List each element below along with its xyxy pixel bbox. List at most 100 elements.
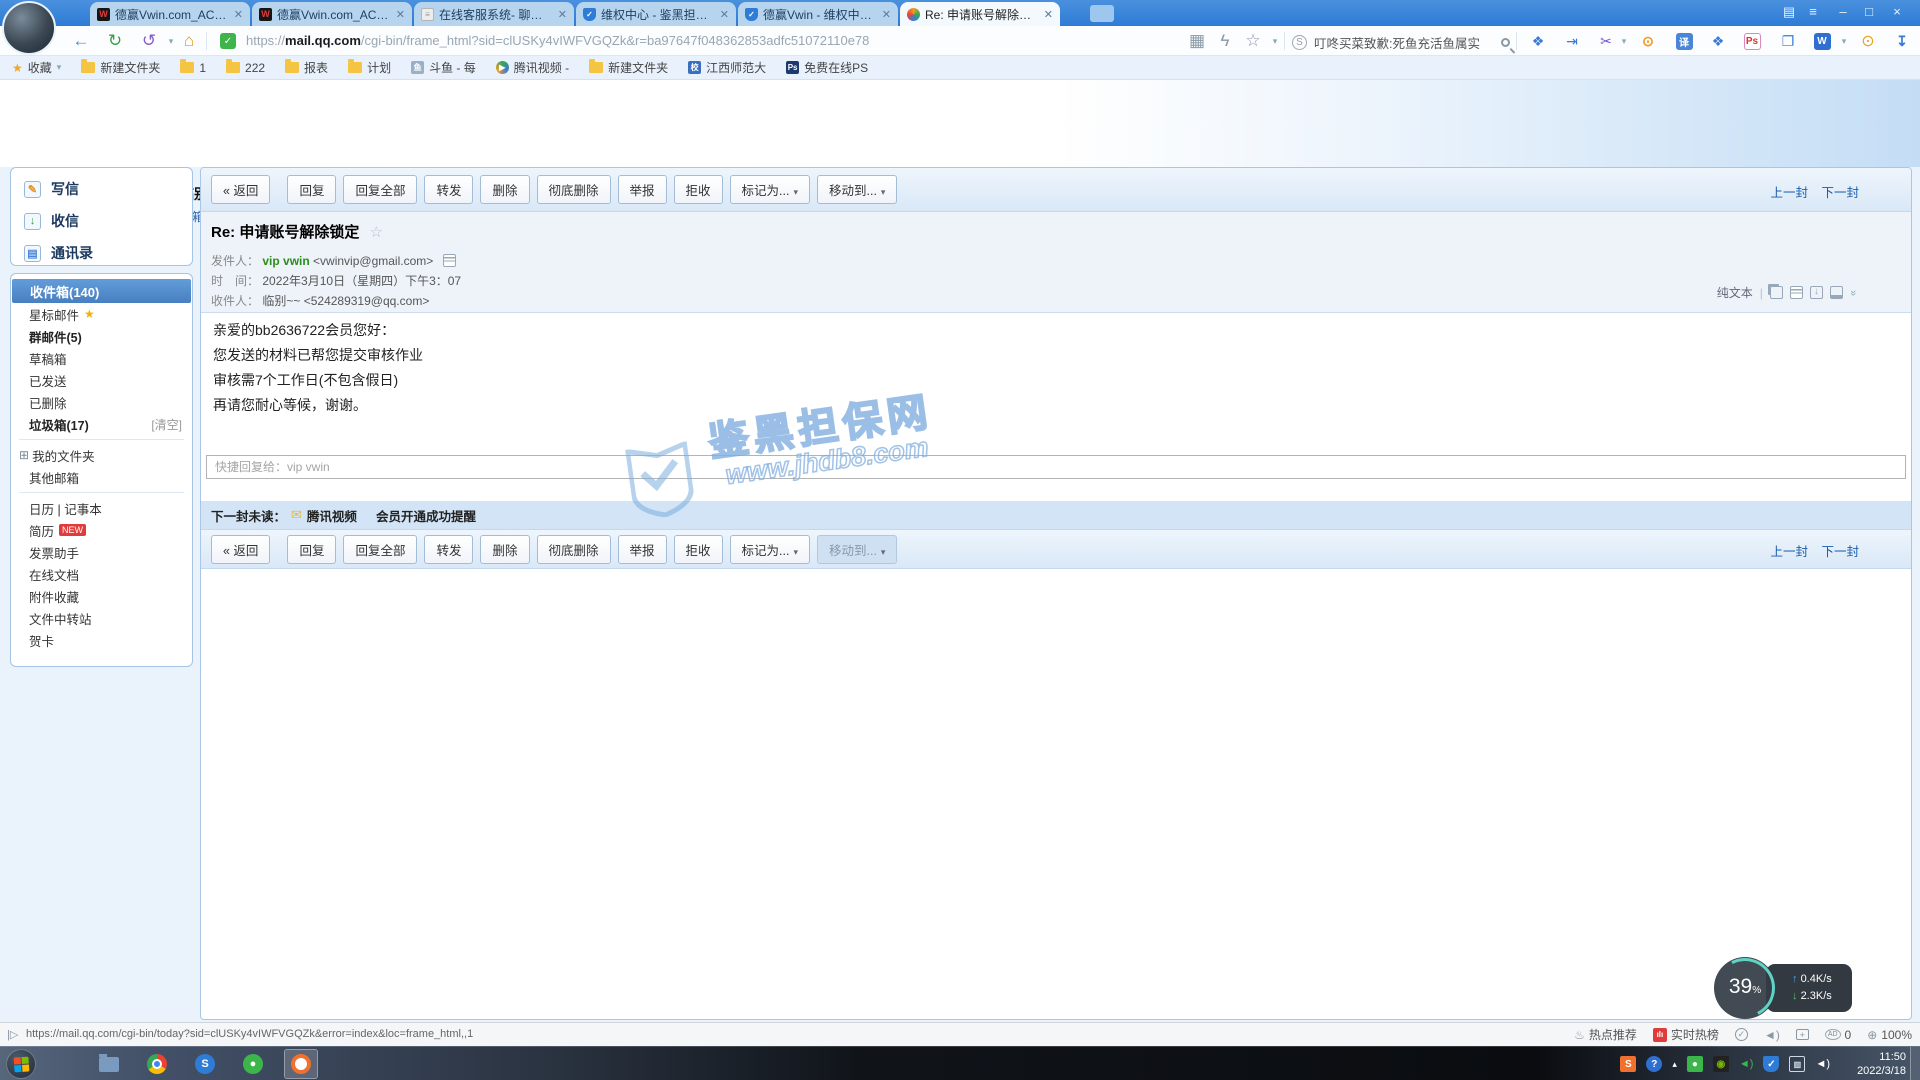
delete-forever-button[interactable]: 彻底删除 <box>537 535 611 564</box>
extension-puzzle-icon[interactable]: ❖ <box>1526 30 1550 52</box>
start-button[interactable] <box>6 1049 36 1079</box>
new-tab-button[interactable] <box>1090 5 1114 22</box>
open-in-window-icon[interactable] <box>1770 286 1783 299</box>
delete-forever-button[interactable]: 彻底删除 <box>537 175 611 204</box>
download-icon[interactable]: ↧ <box>1890 30 1914 52</box>
sidebar-app-calendar[interactable]: 日历 | 记事本 <box>11 497 192 519</box>
more-extensions-icon[interactable]: ⊙ <box>1856 30 1880 52</box>
sidebar-app-attachments[interactable]: 附件收藏 <box>11 585 192 607</box>
sidebar-app-invoice[interactable]: 发票助手 <box>11 541 192 563</box>
next-unread-bar[interactable]: 下一封未读： ✉ 腾讯视频 会员开通成功提醒 <box>201 501 1911 529</box>
minimize-icon[interactable]: – <box>1832 4 1854 19</box>
bookmark-folder-3[interactable]: 222 <box>226 61 265 75</box>
tab-close-icon[interactable]: ✕ <box>1044 8 1053 21</box>
back-button[interactable]: « 返回 <box>211 175 270 204</box>
sidebar-item-contacts[interactable]: ▤ 通讯录 <box>11 237 192 269</box>
repair-kit-icon[interactable]: + <box>1796 1029 1809 1040</box>
scissors-dropdown-icon[interactable]: ▾ <box>1612 30 1636 52</box>
tab-close-icon[interactable]: ✕ <box>396 8 405 21</box>
bookmark-tencent-video[interactable]: ▶腾讯视频 - <box>496 59 569 76</box>
reply-all-button[interactable]: 回复全部 <box>343 175 417 204</box>
sidebar-item-write[interactable]: ✎ 写信 <box>11 173 192 205</box>
browser-user-avatar[interactable] <box>2 1 56 55</box>
taskbar-app-sogou-browser[interactable]: S <box>188 1049 222 1079</box>
refresh-icon[interactable]: ↻ <box>102 29 128 53</box>
reply-button[interactable]: 回复 <box>287 535 336 564</box>
volume-tray-icon[interactable]: ◄) <box>1815 1058 1830 1070</box>
word-dropdown-icon[interactable]: ▾ <box>1832 30 1856 52</box>
forward-button[interactable]: 转发 <box>424 535 473 564</box>
sidebar-app-greeting-card[interactable]: 贺卡 <box>11 629 192 651</box>
reply-all-button[interactable]: 回复全部 <box>343 535 417 564</box>
bookmark-folder-5[interactable]: 计划 <box>348 59 391 76</box>
back-icon[interactable]: ← <box>68 29 94 53</box>
sidebar-folder-sent[interactable]: 已发送 <box>11 369 192 391</box>
taskbar-app-wechat[interactable]: ● <box>236 1049 270 1079</box>
password-key-icon[interactable]: ⊙ <box>1636 30 1660 52</box>
browser-search-box[interactable]: S 叮咚买菜致歉:死鱼充活鱼属实 <box>1292 31 1510 53</box>
delete-button[interactable]: 删除 <box>480 175 529 204</box>
next-message-link[interactable]: 下一封 <box>1821 545 1859 559</box>
reply-button[interactable]: 回复 <box>287 175 336 204</box>
taskbar-app-explorer[interactable] <box>92 1049 126 1079</box>
qr-code-icon[interactable]: ▦ <box>1184 29 1210 53</box>
report-button[interactable]: 举报 <box>618 535 667 564</box>
bookmark-folder-2[interactable]: 1 <box>180 61 206 75</box>
tab-close-icon[interactable]: ✕ <box>558 8 567 21</box>
sidebar-app-resume[interactable]: 简历 NEW <box>11 519 192 541</box>
from-name[interactable]: vip vwin <box>262 254 309 268</box>
sidebar-other-mailbox[interactable]: 其他邮箱 <box>11 466 192 488</box>
download-mail-icon[interactable] <box>1810 286 1823 299</box>
report-button[interactable]: 举报 <box>618 175 667 204</box>
bookmark-douyu[interactable]: 鱼斗鱼 - 每 <box>411 59 476 76</box>
mark-as-button[interactable]: 标记为...▾ <box>730 175 810 204</box>
collapse-chevron-icon[interactable]: » <box>1847 289 1859 295</box>
move-to-button[interactable]: 移动到...▾ <box>817 535 897 564</box>
empty-spam-link[interactable]: [清空] <box>151 416 182 433</box>
tab-rights-center[interactable]: ✓ 维权中心 - 鉴黑担保网 ✕ <box>576 2 736 26</box>
prev-message-link[interactable]: 上一封 <box>1770 545 1808 559</box>
next-unread-subject[interactable]: 会员开通成功提醒 <box>376 506 476 525</box>
view-source-icon[interactable] <box>1790 286 1803 299</box>
tab-vwin-2[interactable]: W 德赢Vwin.com_AC米兰 ✕ <box>252 2 412 26</box>
block-button[interactable]: 拒收 <box>674 175 723 204</box>
extension-puzzle-icon-2[interactable]: ❖ <box>1706 30 1730 52</box>
memory-usage-ball[interactable]: 39% <box>1714 957 1776 1019</box>
bookmark-favorites[interactable]: ★ 收藏 ▾ <box>12 59 61 76</box>
next-message-link[interactable]: 下一封 <box>1821 186 1859 200</box>
safety-check-icon[interactable]: ✓ <box>1735 1028 1748 1041</box>
nvidia-tray-icon[interactable]: ◉ <box>1713 1056 1729 1072</box>
network-tray-icon[interactable]: ▥ <box>1789 1056 1805 1072</box>
bookmark-folder-6[interactable]: 新建文件夹 <box>589 59 668 76</box>
ad-blocker-indicator[interactable]: AD 0 <box>1825 1028 1851 1042</box>
show-desktop-button[interactable] <box>1910 1047 1920 1080</box>
sogou-input-icon[interactable]: S <box>1620 1056 1636 1072</box>
menu-icon[interactable]: ≡ <box>1802 4 1824 19</box>
sidebar-folder-drafts[interactable]: 草稿箱 <box>11 347 192 369</box>
tab-qqmail-active[interactable]: Re: 申请账号解除锁定 ✕ <box>900 2 1060 26</box>
taskbar-app-active-browser[interactable] <box>284 1049 318 1079</box>
login-helper-icon[interactable]: ⇥ <box>1560 30 1584 52</box>
taskbar-app-chrome[interactable] <box>140 1049 174 1079</box>
green-speaker-icon[interactable]: ◄) <box>1739 1058 1754 1070</box>
secure-shield-icon[interactable]: ✓ <box>220 33 236 49</box>
tray-expand-icon[interactable]: ▴ <box>1672 1059 1677 1070</box>
address-bar[interactable]: https://mail.qq.com/cgi-bin/frame_html?s… <box>246 33 869 48</box>
print-icon[interactable] <box>1830 286 1843 299</box>
taskbar-clock[interactable]: 11:50 2022/3/18 <box>1857 1050 1906 1078</box>
photoshop-icon[interactable]: Ps <box>1740 30 1764 52</box>
mark-as-button[interactable]: 标记为...▾ <box>730 535 810 564</box>
next-unread-sender[interactable]: 腾讯视频 <box>307 506 357 525</box>
contact-card-icon[interactable] <box>443 254 456 267</box>
move-to-button[interactable]: 移动到...▾ <box>817 175 897 204</box>
page-sound-icon[interactable]: ◄) <box>1764 1028 1780 1042</box>
tab-vwin-rights[interactable]: ✓ 德赢Vwin - 维权中心 - ✕ <box>738 2 898 26</box>
block-button[interactable]: 拒收 <box>674 535 723 564</box>
zoom-control[interactable]: ⊕ 100% <box>1867 1028 1912 1042</box>
delete-button[interactable]: 删除 <box>480 535 529 564</box>
home-icon[interactable]: ⌂ <box>176 29 202 53</box>
sidebar-item-receive[interactable]: ↓ 收信 <box>11 205 192 237</box>
translate-icon[interactable]: 译 <box>1672 30 1696 52</box>
search-icon[interactable] <box>1501 38 1510 47</box>
tab-vwin-1[interactable]: W 德赢Vwin.com_AC米兰 ✕ <box>90 2 250 26</box>
